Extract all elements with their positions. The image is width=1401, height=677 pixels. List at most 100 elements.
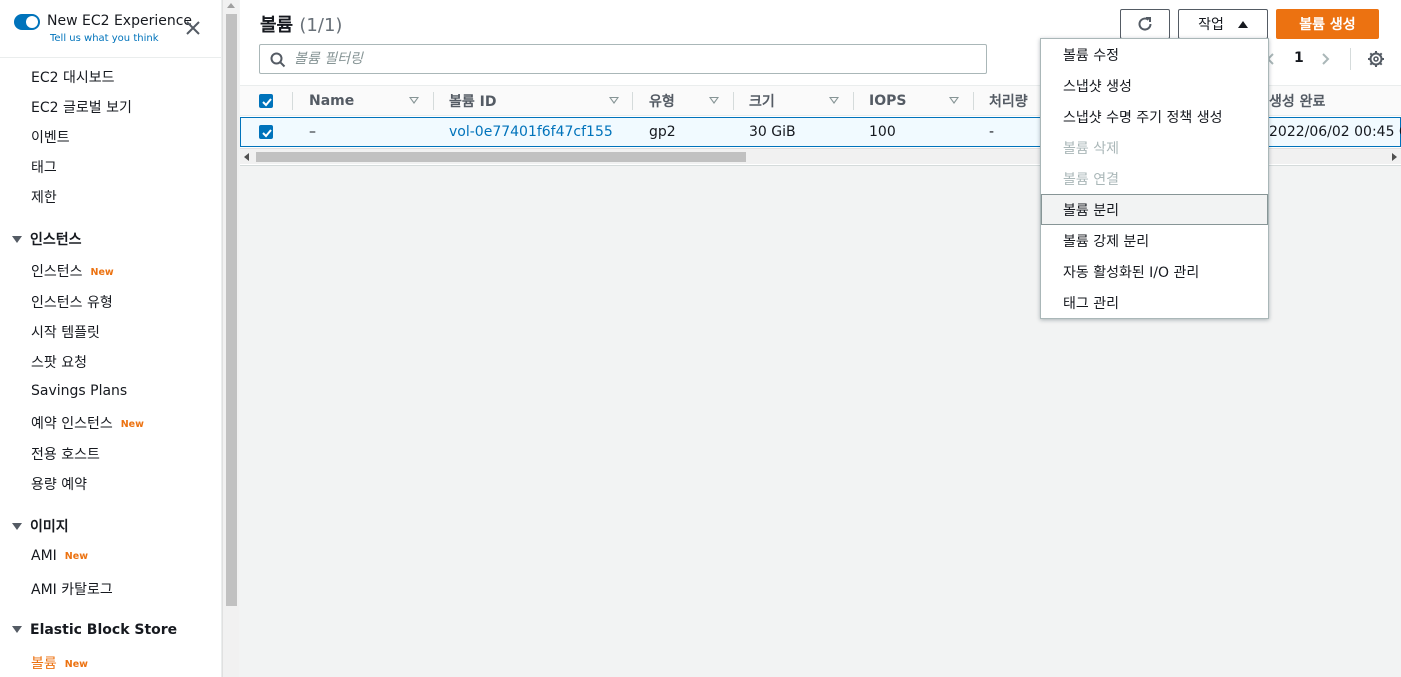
column-divider [632,92,633,110]
new-experience-toggle[interactable] [14,14,40,30]
check-icon [262,98,272,107]
pagination: 1 [1262,44,1401,74]
sidebar-item-instances[interactable]: 인스턴스 New [31,261,114,281]
new-badge: New [90,267,114,278]
section-title: 인스턴스 [30,232,82,248]
sidebar-item-ami[interactable]: AMI New [31,548,88,564]
actions-label: 작업 [1198,17,1224,33]
column-label: 처리량 [989,94,1028,110]
scroll-left-arrow-icon[interactable] [244,153,249,161]
column-header-size[interactable]: 크기 [749,86,853,116]
row-checkbox[interactable] [259,125,273,139]
sidebar: New EC2 Experience Tell us what you thin… [0,0,222,677]
sidebar-section-instances[interactable]: 인스턴스 [12,229,82,249]
sidebar-item-volumes[interactable]: 볼륨 New [31,653,88,673]
column-header-type[interactable]: 유형 [649,86,733,116]
sort-icon [409,97,419,104]
sidebar-item-label: 예약 인스턴스 [31,416,113,432]
cell-type: gp2 [649,124,676,140]
sidebar-item-reserved-instances[interactable]: 예약 인스턴스 New [31,413,144,433]
sidebar-item-instance-types[interactable]: 인스턴스 유형 [31,292,113,312]
filter-box [259,44,987,74]
menu-item-delete-volume: 볼륨 삭제 [1063,140,1119,157]
cell-volume-id-link[interactable]: vol-0e77401f6f47cf155 [449,124,613,140]
caret-down-icon [12,523,22,530]
search-icon [270,52,286,68]
scrollbar-thumb[interactable] [226,14,237,606]
column-header-iops[interactable]: IOPS [869,86,973,116]
menu-item-detach-volume[interactable]: 볼륨 분리 [1041,194,1268,225]
column-header-created[interactable]: 생성 완료 [1269,86,1401,116]
cell-created: 2022/06/02 00:45 G [1269,124,1401,140]
scroll-right-arrow-icon[interactable] [1392,153,1397,161]
chevron-right-icon[interactable] [1322,53,1330,65]
new-badge: New [64,551,88,562]
sidebar-item-dedicated-hosts[interactable]: 전용 호스트 [31,444,100,464]
menu-item-manage-tags[interactable]: 태그 관리 [1041,287,1268,318]
column-divider [973,92,974,110]
sidebar-item-spot-requests[interactable]: 스팟 요청 [31,352,87,372]
sidebar-item-savings-plans[interactable]: Savings Plans [31,383,127,399]
sidebar-item-ec2-dashboard[interactable]: EC2 대시보드 [31,67,115,87]
sidebar-scrollbar[interactable] [222,0,239,677]
refresh-button[interactable] [1120,9,1170,39]
sidebar-item-capacity-reservations[interactable]: 용량 예약 [31,474,87,494]
actions-button[interactable]: 작업 [1178,9,1268,39]
new-experience-title: New EC2 Experience [47,13,193,29]
sidebar-item-ami-catalog[interactable]: AMI 카탈로그 [31,579,113,599]
new-badge: New [120,419,144,430]
sidebar-item-ec2-global-view[interactable]: EC2 글로벌 보기 [31,97,132,117]
column-label: 유형 [649,94,675,110]
column-label: 볼륨 ID [449,94,497,110]
select-all-checkbox[interactable] [259,94,273,108]
sidebar-section-ebs[interactable]: Elastic Block Store [12,622,177,638]
sidebar-item-tags[interactable]: 태그 [31,157,57,177]
column-divider [853,92,854,110]
create-volume-button[interactable]: 볼륨 생성 [1276,9,1379,39]
divider [1350,48,1351,70]
sidebar-item-limits[interactable]: 제한 [31,187,57,207]
new-experience-banner: New EC2 Experience Tell us what you thin… [0,0,221,58]
menu-item-attach-volume: 볼륨 연결 [1063,171,1119,188]
menu-item-force-detach-volume[interactable]: 볼륨 강제 분리 [1041,225,1268,256]
scrollbar-thumb[interactable] [256,152,746,162]
menu-item-create-snapshot-lifecycle-policy[interactable]: 스냅샷 수명 주기 정책 생성 [1041,101,1268,132]
title-text: 볼륨 [260,15,294,36]
feedback-link[interactable]: Tell us what you think [50,33,159,44]
sort-icon [709,97,719,104]
column-label: IOPS [869,93,907,109]
sidebar-section-images[interactable]: 이미지 [12,516,69,536]
sidebar-item-label: 인스턴스 [31,264,83,280]
column-label: 크기 [749,94,775,110]
check-icon [262,129,272,138]
caret-down-icon [12,626,22,633]
column-divider [292,92,293,110]
cell-size: 30 GiB [749,124,796,140]
column-header-name[interactable]: Name [309,86,433,116]
cell-iops: 100 [869,124,896,140]
filter-input[interactable] [294,49,974,69]
sidebar-item-events[interactable]: 이벤트 [31,127,70,147]
column-label: Name [309,93,355,109]
column-label: 생성 완료 [1269,94,1326,110]
page-title: 볼륨 (1/1) [260,11,342,37]
sort-icon [609,97,619,104]
caret-up-icon [1237,20,1248,28]
scroll-up-arrow-icon[interactable] [227,3,235,8]
menu-item-manage-auto-enabled-io[interactable]: 자동 활성화된 I/O 관리 [1041,256,1268,287]
column-divider [733,92,734,110]
page-number[interactable]: 1 [1294,50,1304,66]
section-title: 이미지 [30,519,69,535]
column-header-volume-id[interactable]: 볼륨 ID [449,86,632,116]
menu-item-modify-volume[interactable]: 볼륨 수정 [1041,39,1268,70]
gear-icon[interactable] [1367,50,1385,68]
toggle-knob [26,16,38,28]
selection-count: (1/1) [299,15,343,36]
sidebar-item-launch-templates[interactable]: 시작 템플릿 [31,322,100,342]
cell-name: – [309,124,316,140]
actions-menu: 볼륨 수정 스냅샷 생성 스냅샷 수명 주기 정책 생성 볼륨 삭제 볼륨 연결… [1040,38,1269,319]
menu-item-create-snapshot[interactable]: 스냅샷 생성 [1041,70,1268,101]
sort-icon [829,97,839,104]
column-divider [433,92,434,110]
close-icon[interactable] [184,19,202,37]
